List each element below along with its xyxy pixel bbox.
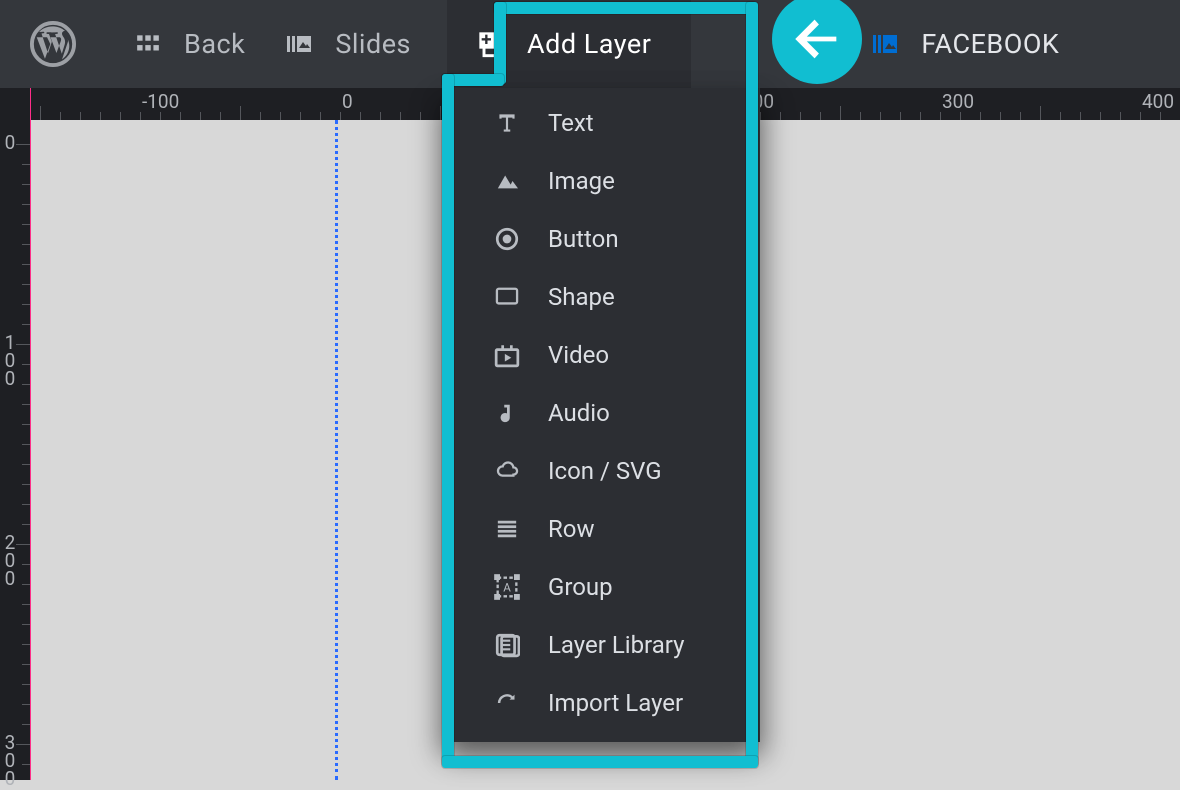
ruler-corner	[0, 88, 30, 120]
highlight-frame	[442, 74, 454, 766]
library-icon	[492, 630, 522, 660]
grid-icon	[134, 30, 162, 58]
highlight-frame	[494, 2, 756, 14]
back-label: Back	[184, 28, 245, 60]
text-icon	[492, 108, 522, 138]
svg-text:A: A	[503, 581, 511, 595]
dropdown-item-label: Group	[548, 573, 613, 601]
video-icon	[492, 340, 522, 370]
ruler-h-label: 0	[342, 90, 353, 113]
dropdown-item-row[interactable]: Row	[444, 500, 760, 558]
shape-icon	[492, 282, 522, 312]
dropdown-item-import[interactable]: Import Layer	[444, 674, 760, 732]
dropdown-item-shape[interactable]: Shape	[444, 268, 760, 326]
dropdown-item-svg[interactable]: Icon / SVG	[444, 442, 760, 500]
slides-button[interactable]: Slides	[265, 0, 431, 88]
dropdown-item-text[interactable]: Text	[444, 94, 760, 152]
button-icon	[492, 224, 522, 254]
slides-label: Slides	[335, 28, 411, 60]
dropdown-item-button[interactable]: Button	[444, 210, 760, 268]
dropdown-item-audio[interactable]: Audio	[444, 384, 760, 442]
row-icon	[492, 514, 522, 544]
ruler-h-label: 400	[1142, 90, 1174, 113]
add-layer-label: Add Layer	[527, 28, 651, 60]
add-layer-dropdown: Text Image Button Shape Video Audio Icon / SVG…	[444, 88, 760, 742]
ruler-v-label: 100	[4, 334, 16, 388]
wordpress-logo-icon[interactable]	[30, 21, 76, 67]
audio-icon	[492, 398, 522, 428]
dropdown-item-label: Layer Library	[548, 631, 684, 659]
dropdown-item-label: Text	[548, 109, 594, 137]
slides-icon	[285, 30, 313, 58]
origin-guide-vertical	[30, 88, 31, 780]
dropdown-item-label: Shape	[548, 283, 615, 311]
ruler-h-label: 300	[942, 90, 974, 113]
image-icon	[871, 30, 899, 58]
highlight-frame	[442, 756, 758, 768]
dropdown-item-label: Import Layer	[548, 689, 683, 717]
facebook-label: FACEBOOK	[921, 28, 1059, 60]
highlight-frame	[494, 2, 506, 84]
dropdown-item-label: Icon / SVG	[548, 457, 662, 485]
group-icon: A	[492, 572, 522, 602]
dropdown-item-label: Button	[548, 225, 619, 253]
arrow-left-icon	[788, 10, 846, 68]
ruler-v-label: 200	[4, 534, 16, 588]
dropdown-item-video[interactable]: Video	[444, 326, 760, 384]
guide-line[interactable]	[335, 120, 338, 780]
dropdown-item-label: Row	[548, 515, 595, 543]
dropdown-item-image[interactable]: Image	[444, 152, 760, 210]
ruler-v-label: 0	[4, 134, 16, 152]
svg-icon	[492, 456, 522, 486]
dropdown-item-group[interactable]: A Group	[444, 558, 760, 616]
ruler-h-label: -100	[142, 90, 179, 113]
dropdown-item-label: Audio	[548, 399, 610, 427]
highlight-frame	[746, 2, 758, 766]
import-icon	[492, 688, 522, 718]
image-icon	[492, 166, 522, 196]
vertical-ruler: 0100200300	[0, 120, 30, 780]
dropdown-item-library[interactable]: Layer Library	[444, 616, 760, 674]
facebook-slider-button[interactable]: FACEBOOK	[851, 0, 1079, 88]
dropdown-item-label: Image	[548, 167, 615, 195]
back-button[interactable]: Back	[114, 0, 265, 88]
dropdown-item-label: Video	[548, 341, 609, 369]
